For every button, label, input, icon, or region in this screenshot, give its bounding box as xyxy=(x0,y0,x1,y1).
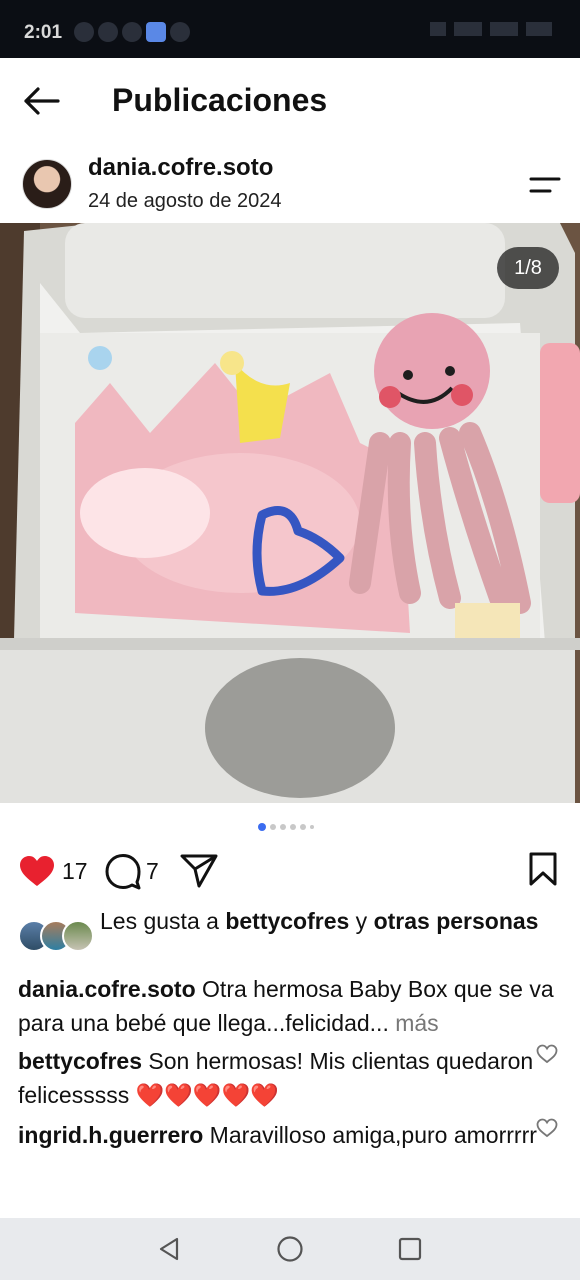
likes-user[interactable]: bettycofres xyxy=(225,908,349,934)
notification-icons xyxy=(74,22,190,42)
options-icon[interactable] xyxy=(528,175,562,195)
system-icons xyxy=(430,22,552,36)
post-username[interactable]: dania.cofre.soto xyxy=(88,154,273,182)
liker-avatars[interactable] xyxy=(18,920,94,952)
instagram-icon xyxy=(170,22,190,42)
post-date: 24 de agosto de 2024 xyxy=(88,190,282,212)
carousel-dot xyxy=(290,824,296,830)
carousel-dot xyxy=(310,825,314,829)
avatar xyxy=(62,920,94,952)
like-count[interactable]: 17 xyxy=(62,858,88,885)
baby-box-photo xyxy=(0,223,580,803)
heart-outline-icon[interactable] xyxy=(536,1044,558,1064)
page-title: Publicaciones xyxy=(112,82,328,118)
comment-item: bettycofres Son hermosas! Mis clientas q… xyxy=(18,1044,538,1112)
nav-home-icon[interactable] xyxy=(276,1235,304,1263)
likes-others[interactable]: otras personas xyxy=(374,908,539,934)
status-time: 2:01 xyxy=(24,22,63,43)
arrow-left-icon[interactable] xyxy=(22,86,62,116)
facebook-icon xyxy=(122,22,142,42)
comment-bubble-icon[interactable] xyxy=(104,852,142,890)
alarm-icon xyxy=(430,22,446,36)
comment-count[interactable]: 7 xyxy=(146,858,159,885)
comment-username[interactable]: bettycofres xyxy=(18,1048,142,1074)
comment-text: Maravilloso amiga,puro amorrrrr xyxy=(203,1122,537,1148)
status-bar: 2:01 xyxy=(0,0,580,58)
bookmark-icon[interactable] xyxy=(528,852,558,886)
facebook-icon xyxy=(74,22,94,42)
image-counter-badge: 1/8 xyxy=(497,247,559,289)
caption-username[interactable]: dania.cofre.soto xyxy=(18,976,196,1002)
post-caption: dania.cofre.soto Otra hermosa Baby Box q… xyxy=(18,972,568,1040)
comment-username[interactable]: ingrid.h.guerrero xyxy=(18,1122,203,1148)
likes-summary[interactable]: Les gusta a bettycofres y otras personas xyxy=(100,906,570,936)
nav-back-icon[interactable] xyxy=(156,1236,182,1262)
post-image[interactable] xyxy=(0,223,580,803)
carousel-dot xyxy=(280,824,286,830)
app-notification-icon xyxy=(146,22,166,42)
likes-mid: y xyxy=(349,908,374,934)
signal-icon xyxy=(490,22,518,36)
heart-outline-icon[interactable] xyxy=(536,1118,558,1138)
carousel-dot xyxy=(270,824,276,830)
paper-plane-icon[interactable] xyxy=(180,852,218,888)
carousel-dot-active xyxy=(258,823,266,831)
nav-recents-icon[interactable] xyxy=(398,1237,422,1261)
likes-prefix: Les gusta a xyxy=(100,908,226,934)
heart-filled-icon[interactable] xyxy=(18,854,56,888)
avatar[interactable] xyxy=(22,159,72,209)
carousel-dot xyxy=(300,824,306,830)
facebook-icon xyxy=(98,22,118,42)
caption-more-link[interactable]: más xyxy=(389,1010,438,1036)
post-header xyxy=(0,145,580,223)
battery-icon xyxy=(526,22,552,36)
comment-item: ingrid.h.guerrero Maravilloso amiga,puro… xyxy=(18,1118,538,1152)
signal-icon xyxy=(454,22,482,36)
carousel-indicator xyxy=(258,823,314,831)
